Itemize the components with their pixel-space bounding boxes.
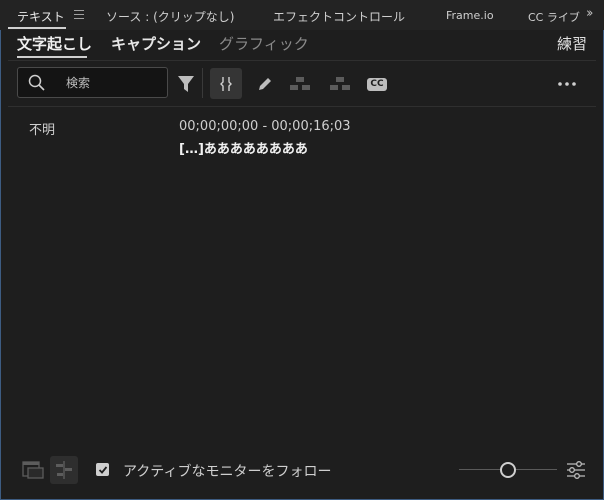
zoom-slider-thumb[interactable] bbox=[500, 462, 516, 478]
split-segment-button[interactable] bbox=[210, 68, 242, 99]
toolbar-divider bbox=[8, 106, 596, 107]
panel-tab-frameio[interactable]: Frame.io bbox=[446, 9, 494, 22]
pencil-icon bbox=[259, 78, 271, 90]
tab-transcript[interactable]: 文字起こし bbox=[17, 33, 92, 54]
panel-tab-cc-library[interactable]: CC ライブ bbox=[528, 9, 580, 25]
cc-icon: CC bbox=[367, 77, 387, 91]
display-settings-button[interactable] bbox=[566, 460, 586, 484]
tab-graphics[interactable]: グラフィック bbox=[219, 33, 309, 54]
panel-tab-source[interactable]: ソース : (クリップなし) bbox=[106, 8, 234, 25]
clip-tree-icon bbox=[56, 461, 72, 479]
filter-icon bbox=[178, 76, 194, 92]
merge-segments-button[interactable] bbox=[287, 70, 313, 98]
header-divider bbox=[8, 60, 596, 61]
more-options-button[interactable] bbox=[553, 70, 581, 98]
transcript-text[interactable]: […]ああああああああ bbox=[179, 138, 308, 157]
active-tab-underline bbox=[17, 56, 87, 58]
practice-button[interactable]: 練習 bbox=[557, 33, 587, 54]
active-panel-underline bbox=[8, 27, 66, 29]
filter-button[interactable] bbox=[173, 70, 199, 98]
checkmark-icon bbox=[98, 465, 107, 474]
search-icon bbox=[28, 74, 45, 91]
toolbar-separator bbox=[202, 68, 203, 98]
sliders-icon bbox=[567, 461, 585, 479]
clip-view-button[interactable] bbox=[50, 456, 78, 484]
edit-button[interactable] bbox=[252, 70, 278, 98]
panel-tab-text[interactable]: テキスト bbox=[17, 8, 65, 25]
split-segment-icon bbox=[220, 76, 232, 91]
split-segments-button[interactable] bbox=[327, 70, 353, 98]
sequence-view-button[interactable] bbox=[19, 456, 47, 484]
split-segments-icon bbox=[330, 77, 350, 90]
sequence-icon bbox=[22, 461, 44, 479]
panel-tab-effect-controls[interactable]: エフェクトコントロール bbox=[273, 8, 405, 25]
create-captions-button[interactable]: CC bbox=[364, 70, 390, 98]
speaker-label[interactable]: 不明 bbox=[29, 119, 55, 138]
segment-timecode: 00;00;00;00 - 00;00;16;03 bbox=[179, 119, 351, 134]
more-icon bbox=[558, 82, 576, 86]
follow-monitor-label[interactable]: アクティブなモニターをフォロー bbox=[123, 461, 331, 481]
merge-segments-icon bbox=[290, 77, 310, 90]
panel-menu-icon[interactable] bbox=[74, 10, 84, 19]
panel-overflow-icon[interactable]: ›› bbox=[586, 6, 594, 21]
tab-captions[interactable]: キャプション bbox=[111, 33, 201, 54]
search-box[interactable] bbox=[17, 67, 168, 98]
follow-monitor-checkbox[interactable] bbox=[96, 463, 109, 476]
search-input[interactable] bbox=[64, 73, 164, 93]
panel-tab-bar: テキスト ソース : (クリップなし) エフェクトコントロール Frame.io… bbox=[0, 0, 604, 30]
